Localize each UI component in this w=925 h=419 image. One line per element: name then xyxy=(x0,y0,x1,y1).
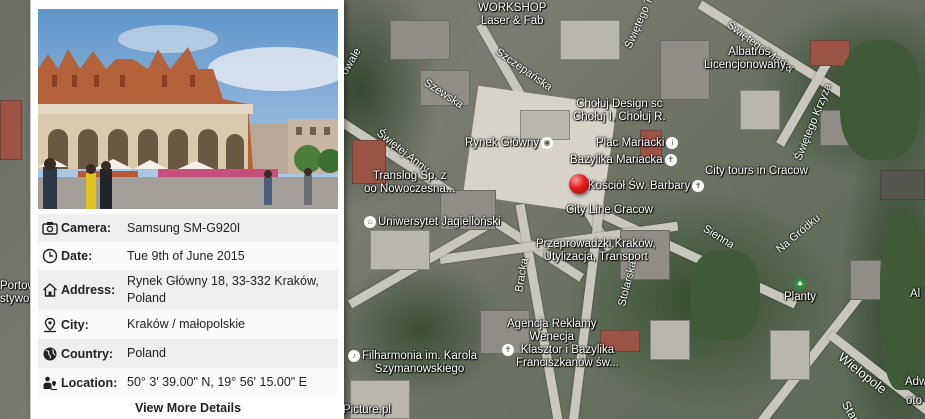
map-label-plac-mariacki[interactable]: Plac Mariacki i xyxy=(596,137,680,150)
location-label-text: Location: xyxy=(61,375,118,390)
building xyxy=(660,40,710,100)
map-label-choluj[interactable]: Chołuj Design sc Chołuj I, Chołuj R. xyxy=(573,98,666,124)
building xyxy=(390,20,450,60)
info-row-address: Address: Rynek Główny 18, 33-332 Kraków,… xyxy=(38,270,338,310)
church-icon: ✝ xyxy=(664,154,677,166)
camera-icon xyxy=(42,222,58,235)
cloth-hall-photo xyxy=(38,9,338,209)
country-value: Poland xyxy=(127,346,166,361)
city-label-text: City: xyxy=(61,317,89,332)
country-label: Country: xyxy=(38,346,123,362)
clock-icon xyxy=(42,248,58,264)
view-more-details-button[interactable]: View More Details xyxy=(38,398,338,419)
bazylika-label-text: Bazylika Mariacka xyxy=(570,154,663,167)
location-pin-icon xyxy=(44,317,56,332)
info-row-date: Date: Tue 9th of June 2015 xyxy=(38,242,338,270)
location-photo[interactable] xyxy=(38,9,338,209)
location-label: Location: xyxy=(38,375,123,391)
photo-info-panel: Camera: Samsung SM-G920I Date: Tue 9th o… xyxy=(30,0,344,419)
building xyxy=(880,170,925,200)
map-label-uniwersytet[interactable]: ⌂ Uniwersytet Jagielloński xyxy=(362,216,501,229)
poi-icon: i xyxy=(666,137,679,149)
camera-label: Camera: xyxy=(38,220,123,236)
map-label-bazylika[interactable]: Bazylika Mariacka ✝ xyxy=(570,154,679,167)
location-value: 50° 3' 39.00" N, 19° 56' 15.00" E xyxy=(127,375,308,390)
info-row-camera: Camera: Samsung SM-G920I xyxy=(38,214,338,242)
building xyxy=(560,20,620,60)
info-row-country: Country: Poland xyxy=(38,339,338,368)
park-icon: ♣ xyxy=(793,278,806,290)
kosciol-label-text: Kościół Św. Barbary xyxy=(588,180,691,193)
map-label-albatros[interactable]: Albatros Licencjonowany... xyxy=(704,46,795,72)
building xyxy=(650,320,690,360)
poi-icon: ◉ xyxy=(541,137,554,149)
church-icon: ✝ xyxy=(692,180,705,192)
university-icon: ⌂ xyxy=(364,216,376,228)
filharmonia-label-text: Filharmonia im. Karola Szymanowskiego xyxy=(362,350,478,375)
map-label-planty[interactable]: ♣ Planty xyxy=(784,278,816,304)
planty-label-text: Planty xyxy=(784,290,816,303)
city-label: City: xyxy=(38,317,123,333)
date-label-text: Date: xyxy=(61,249,93,263)
building xyxy=(770,330,810,380)
map-label-oto[interactable]: oto xyxy=(906,395,922,408)
klasztor-label-text: Klasztor i Bazylika Franciszkanów św... xyxy=(516,344,619,369)
church-icon: ✝ xyxy=(502,344,514,356)
map-label-translog[interactable]: Translog Sp. z oo Nowoczesna... xyxy=(364,170,455,196)
street-label-sienna: Sienna xyxy=(700,222,737,252)
map-label-city-tours[interactable]: City tours in Cracow xyxy=(705,165,808,178)
building xyxy=(520,110,570,140)
uniwersytet-label-text: Uniwersytet Jagielloński xyxy=(378,216,501,229)
map-label-city-line[interactable]: City Line Cracow xyxy=(566,204,653,217)
camera-value: Samsung SM-G920I xyxy=(127,220,241,235)
map-label-filharmonia[interactable]: ♪ Filharmonia im. Karola Szymanowskiego xyxy=(346,350,477,376)
plac-label-text: Plac Mariacki xyxy=(596,137,665,150)
address-label-text: Address: xyxy=(61,283,116,297)
city-value: Kraków / małopolskie xyxy=(127,317,246,332)
address-value: Rynek Główny 18, 33-332 Kraków, Poland xyxy=(127,274,319,305)
map-label-workshop[interactable]: WORKSHOP Laser & Fab xyxy=(478,2,546,28)
date-value: Tue 9th of June 2015 xyxy=(127,248,245,263)
tree-cluster xyxy=(690,250,760,340)
home-icon xyxy=(43,283,57,297)
map-label-agencja[interactable]: Agencja Reklamy Wenecja xyxy=(507,318,596,344)
map-label-adw[interactable]: Adw xyxy=(905,376,925,389)
info-row-city: City: Kraków / małopolskie xyxy=(38,310,338,339)
date-label: Date: xyxy=(38,248,123,264)
address-label: Address: xyxy=(38,282,123,298)
map-label-picture[interactable]: Picture.pl xyxy=(343,404,391,417)
map-pin-person-icon xyxy=(43,376,57,390)
camera-label-text: Camera: xyxy=(61,221,112,235)
building xyxy=(0,100,22,160)
street-label-na-grodku: Na Gródku xyxy=(774,212,823,256)
map-label-przeprowadzki[interactable]: Przeprowadzki Kraków, Utylizacja, Transp… xyxy=(536,238,656,264)
tree-cluster xyxy=(840,40,920,160)
building xyxy=(370,230,430,270)
globe-icon xyxy=(43,347,57,360)
map-label-al[interactable]: Al xyxy=(910,288,920,301)
rynek-label-text: Rynek Główny xyxy=(465,137,540,150)
building xyxy=(740,90,780,130)
info-row-location: Location: 50° 3' 39.00" N, 19° 56' 15.00… xyxy=(38,368,338,397)
country-label-text: Country: xyxy=(61,346,114,361)
map-label-klasztor[interactable]: ✝ Klasztor i Bazylika Franciszkanów św... xyxy=(500,344,619,370)
map-label-kosciol[interactable]: Kościół Św. Barbary ✝ xyxy=(588,180,706,193)
map-label-rynek-glowny[interactable]: Rynek Główny ◉ xyxy=(465,137,555,150)
theater-icon: ♪ xyxy=(348,350,360,362)
street-label-staro: Staro xyxy=(838,398,866,419)
location-marker[interactable] xyxy=(569,174,589,194)
